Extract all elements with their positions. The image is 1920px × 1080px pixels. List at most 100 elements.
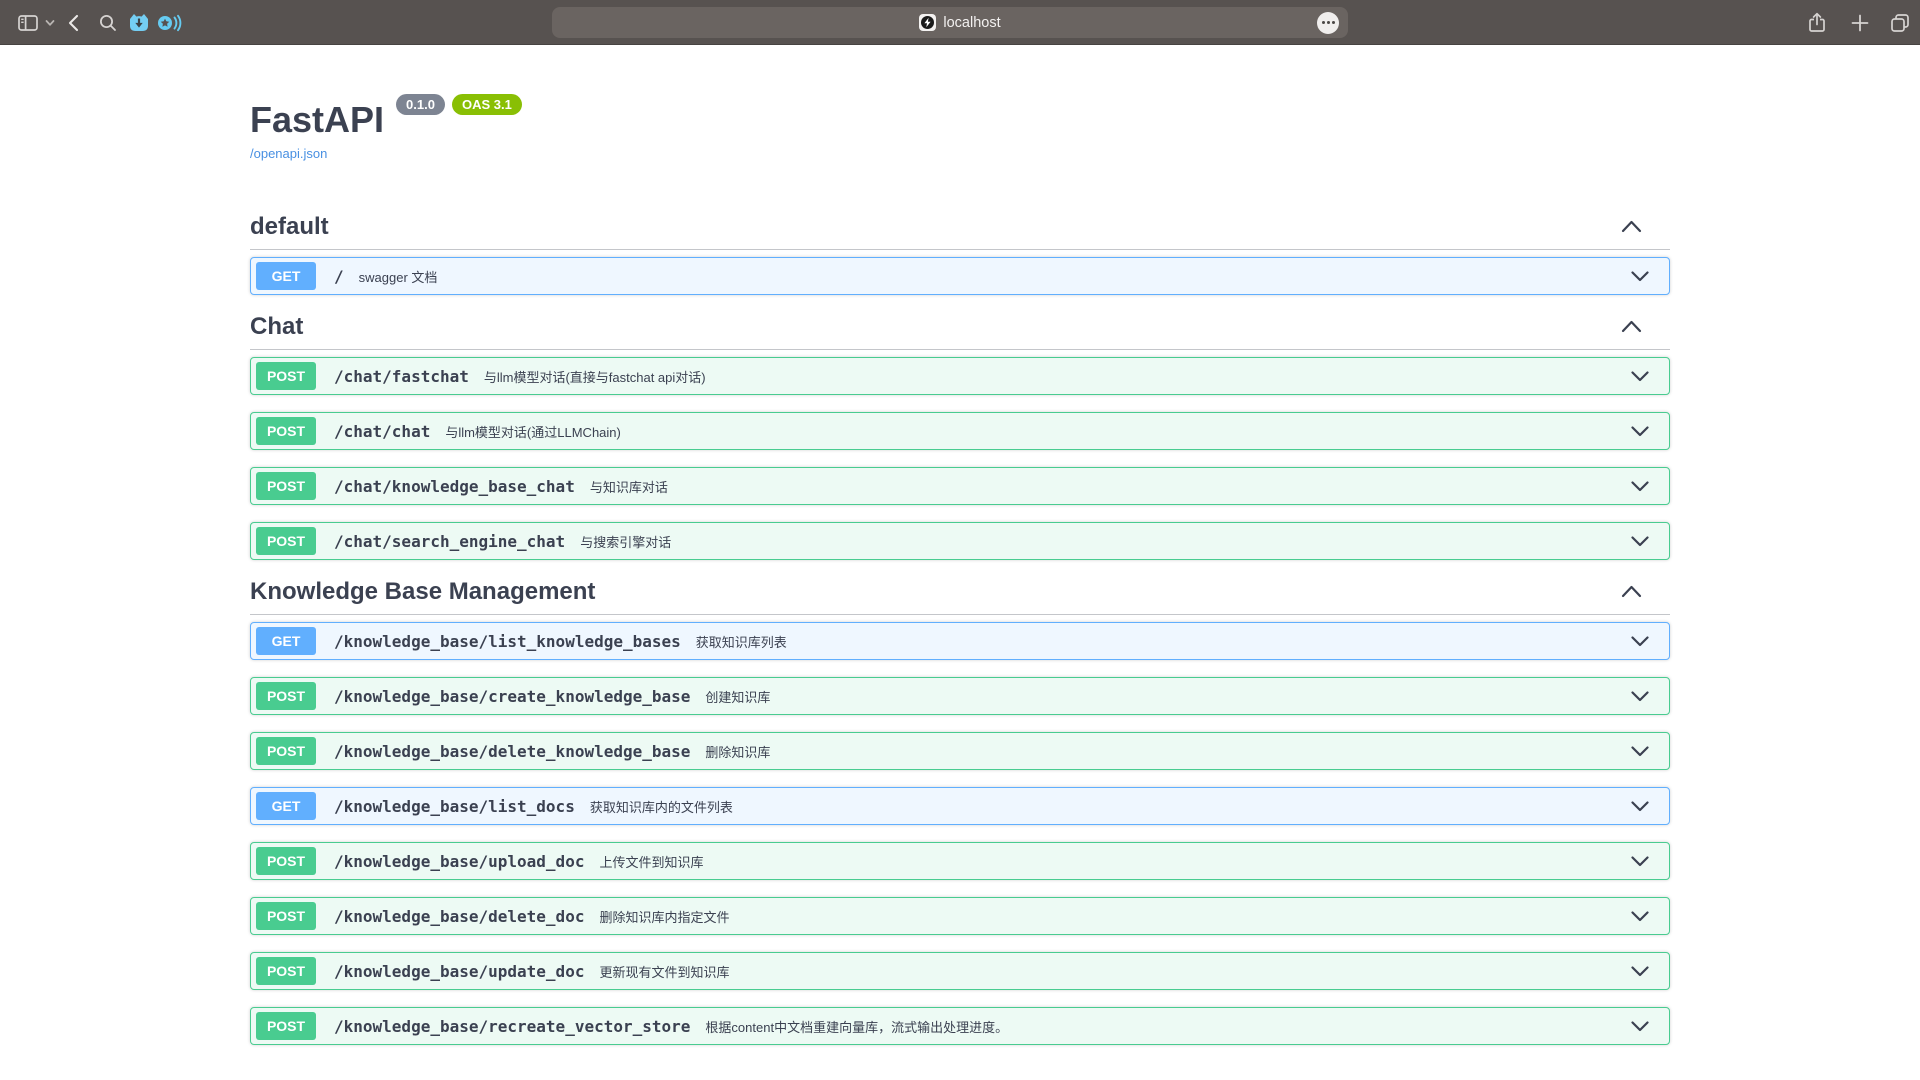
method-badge: POST	[256, 957, 316, 985]
chevron-up-icon	[1621, 585, 1642, 598]
chevron-down-icon	[1631, 271, 1649, 282]
chevron-up-icon	[1621, 320, 1642, 333]
endpoint-path: /knowledge_base/list_docs	[334, 797, 575, 816]
endpoint-row[interactable]: GET / swagger 文档	[250, 257, 1670, 295]
expand-endpoint-button[interactable]	[1631, 911, 1649, 922]
collapse-section-button[interactable]	[1621, 320, 1642, 333]
chevron-up-icon	[1621, 220, 1642, 233]
chevron-down-icon	[1631, 426, 1649, 437]
expand-endpoint-button[interactable]	[1631, 271, 1649, 282]
endpoint-row[interactable]: POST /knowledge_base/delete_doc 删除知识库内指定…	[250, 897, 1670, 935]
endpoint-description: 删除知识库内指定文件	[599, 907, 729, 926]
search-icon[interactable]	[98, 0, 118, 45]
expand-endpoint-button[interactable]	[1631, 801, 1649, 812]
expand-endpoint-button[interactable]	[1631, 1021, 1649, 1032]
endpoint-row[interactable]: POST /chat/knowledge_base_chat 与知识库对话	[250, 467, 1670, 505]
endpoint-path: /chat/fastchat	[334, 367, 469, 386]
chevron-down-icon	[1631, 856, 1649, 867]
chevron-down-icon[interactable]	[44, 0, 56, 45]
method-badge: GET	[256, 792, 316, 820]
sidebar-icon[interactable]	[16, 0, 40, 45]
address-bar[interactable]: localhost	[552, 7, 1348, 38]
api-section: Chat POST /chat/fastchat 与llm模型对话(直接与fas…	[250, 312, 1670, 560]
expand-endpoint-button[interactable]	[1631, 371, 1649, 382]
method-badge: POST	[256, 472, 316, 500]
back-icon[interactable]	[66, 0, 82, 45]
endpoint-path: /knowledge_base/upload_doc	[334, 852, 584, 871]
endpoint-description: 上传文件到知识库	[599, 852, 703, 871]
chevron-down-icon	[1631, 536, 1649, 547]
endpoint-row[interactable]: POST /knowledge_base/create_knowledge_ba…	[250, 677, 1670, 715]
new-tab-plus-icon[interactable]	[1850, 0, 1870, 45]
section-endpoints: GET /knowledge_base/list_knowledge_bases…	[250, 615, 1670, 1045]
endpoint-row[interactable]: POST /knowledge_base/delete_knowledge_ba…	[250, 732, 1670, 770]
endpoint-path: /knowledge_base/delete_knowledge_base	[334, 742, 690, 761]
endpoint-path: /	[334, 267, 344, 286]
endpoint-description: 获取知识库列表	[696, 632, 787, 651]
endpoint-row[interactable]: POST /knowledge_base/recreate_vector_sto…	[250, 1007, 1670, 1045]
api-section: default GET / swagger 文档	[250, 212, 1670, 295]
method-badge: POST	[256, 902, 316, 930]
page-menu-ellipsis-icon[interactable]	[1317, 12, 1339, 34]
method-badge: POST	[256, 847, 316, 875]
endpoint-row[interactable]: POST /chat/chat 与llm模型对话(通过LLMChain)	[250, 412, 1670, 450]
section-header[interactable]: default	[250, 212, 1670, 250]
endpoint-description: 与搜索引擎对话	[580, 532, 671, 551]
endpoint-row[interactable]: POST /knowledge_base/update_doc 更新现有文件到知…	[250, 952, 1670, 990]
chevron-down-icon	[1631, 801, 1649, 812]
method-badge: GET	[256, 627, 316, 655]
url-host: localhost	[943, 15, 1000, 31]
method-badge: POST	[256, 682, 316, 710]
expand-endpoint-button[interactable]	[1631, 481, 1649, 492]
extension-broadcast-icon[interactable]	[156, 0, 184, 45]
oas-badge: OAS 3.1	[452, 94, 522, 115]
endpoint-description: 与llm模型对话(通过LLMChain)	[445, 422, 621, 441]
endpoint-description: 与知识库对话	[590, 477, 668, 496]
endpoint-row[interactable]: GET /knowledge_base/list_docs 获取知识库内的文件列…	[250, 787, 1670, 825]
collapse-section-button[interactable]	[1621, 585, 1642, 598]
api-section: Knowledge Base Management GET /knowledge…	[250, 577, 1670, 1045]
tab-overview-icon[interactable]	[1888, 0, 1912, 45]
endpoint-path: /chat/knowledge_base_chat	[334, 477, 575, 496]
endpoint-description: 获取知识库内的文件列表	[590, 797, 733, 816]
endpoint-path: /knowledge_base/list_knowledge_bases	[334, 632, 681, 651]
endpoint-description: 创建知识库	[705, 687, 770, 706]
expand-endpoint-button[interactable]	[1631, 966, 1649, 977]
endpoint-description: 删除知识库	[705, 742, 770, 761]
method-badge: POST	[256, 737, 316, 765]
chevron-down-icon	[1631, 636, 1649, 647]
chevron-down-icon	[1631, 691, 1649, 702]
endpoint-row[interactable]: POST /chat/search_engine_chat 与搜索引擎对话	[250, 522, 1670, 560]
section-endpoints: GET / swagger 文档	[250, 250, 1670, 295]
endpoint-description: 与llm模型对话(直接与fastchat api对话)	[484, 367, 706, 386]
browser-toolbar: localhost	[0, 0, 1920, 45]
endpoint-description: swagger 文档	[359, 267, 438, 286]
share-icon[interactable]	[1806, 0, 1828, 45]
fastapi-favicon	[919, 14, 936, 31]
endpoint-row[interactable]: GET /knowledge_base/list_knowledge_bases…	[250, 622, 1670, 660]
endpoint-row[interactable]: POST /chat/fastchat 与llm模型对话(直接与fastchat…	[250, 357, 1670, 395]
swagger-page: FastAPI 0.1.0 OAS 3.1 /openapi.json defa…	[250, 45, 1670, 1045]
section-title-text: Knowledge Base Management	[250, 577, 595, 606]
expand-endpoint-button[interactable]	[1631, 426, 1649, 437]
expand-endpoint-button[interactable]	[1631, 536, 1649, 547]
expand-endpoint-button[interactable]	[1631, 636, 1649, 647]
endpoint-description: 更新现有文件到知识库	[599, 962, 729, 981]
endpoint-path: /knowledge_base/create_knowledge_base	[334, 687, 690, 706]
method-badge: POST	[256, 362, 316, 390]
chevron-down-icon	[1631, 371, 1649, 382]
endpoint-row[interactable]: POST /knowledge_base/upload_doc 上传文件到知识库	[250, 842, 1670, 880]
openapi-spec-link[interactable]: /openapi.json	[250, 146, 327, 161]
method-badge: GET	[256, 262, 316, 290]
collapse-section-button[interactable]	[1621, 220, 1642, 233]
section-header[interactable]: Chat	[250, 312, 1670, 350]
extension-shield-icon[interactable]	[127, 0, 151, 45]
api-info: FastAPI 0.1.0 OAS 3.1 /openapi.json	[250, 100, 1670, 163]
expand-endpoint-button[interactable]	[1631, 746, 1649, 757]
version-badge: 0.1.0	[396, 94, 445, 115]
expand-endpoint-button[interactable]	[1631, 691, 1649, 702]
chevron-down-icon	[1631, 746, 1649, 757]
expand-endpoint-button[interactable]	[1631, 856, 1649, 867]
section-header[interactable]: Knowledge Base Management	[250, 577, 1670, 615]
method-badge: POST	[256, 1012, 316, 1040]
